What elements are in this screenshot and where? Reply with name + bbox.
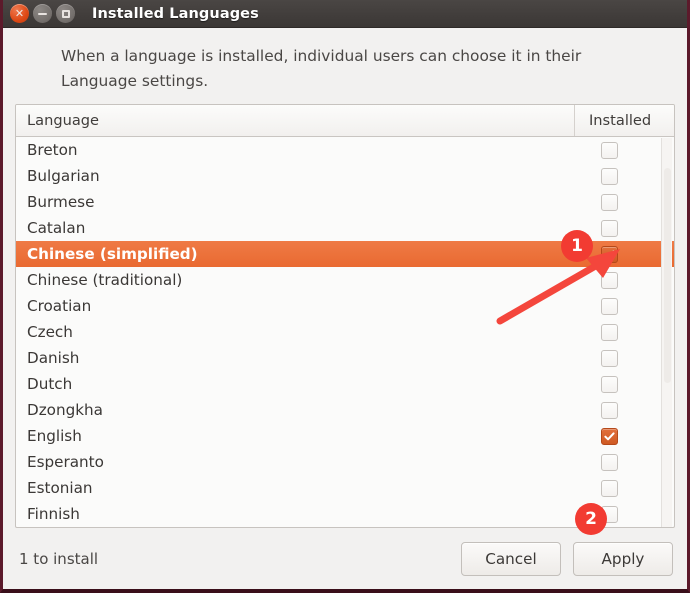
installed-checkbox[interactable] <box>600 245 618 263</box>
language-name: Burmese <box>27 193 95 211</box>
table-row[interactable]: Dutch <box>16 371 674 397</box>
installed-checkbox[interactable] <box>600 453 618 471</box>
table-row[interactable]: Dzongkha <box>16 397 674 423</box>
language-name: Dzongkha <box>27 401 103 419</box>
installed-checkbox[interactable] <box>600 349 618 367</box>
installed-checkbox[interactable] <box>600 479 618 497</box>
table-row[interactable]: English <box>16 423 674 449</box>
language-name: Breton <box>27 141 78 159</box>
scrollbar-thumb[interactable] <box>664 168 671 383</box>
list-scrollbar[interactable] <box>661 138 672 527</box>
table-row[interactable]: Czech <box>16 319 674 345</box>
installed-checkbox[interactable] <box>600 141 618 159</box>
installed-checkbox[interactable] <box>600 323 618 341</box>
table-row[interactable]: Burmese <box>16 189 674 215</box>
language-name: Estonian <box>27 479 93 497</box>
installed-checkbox[interactable] <box>600 427 618 445</box>
installed-checkbox[interactable] <box>600 167 618 185</box>
installed-cell <box>574 427 674 445</box>
installed-checkbox[interactable] <box>600 401 618 419</box>
minimize-icon[interactable] <box>33 4 52 23</box>
description-text: When a language is installed, individual… <box>61 47 582 90</box>
close-glyph: ✕ <box>14 7 25 20</box>
window-title: Installed Languages <box>92 5 259 22</box>
table-row[interactable]: Croatian <box>16 293 674 319</box>
installed-cell <box>574 479 674 497</box>
installed-checkbox[interactable] <box>600 505 618 523</box>
installed-languages-window: ✕ Installed Languages When a language is… <box>0 0 690 593</box>
language-list: Language Installed Breton Bulgarian Burmes… <box>15 104 675 528</box>
language-name: English <box>27 427 82 445</box>
list-rows[interactable]: Breton Bulgarian Burmese Catalan Chinese (si… <box>16 137 674 527</box>
language-name: Czech <box>27 323 73 341</box>
installed-cell <box>574 375 674 393</box>
installed-cell <box>574 219 674 237</box>
maximize-glyph <box>61 9 70 18</box>
language-name: Catalan <box>27 219 86 237</box>
table-row[interactable]: Breton <box>16 137 674 163</box>
table-row[interactable]: Bulgarian <box>16 163 674 189</box>
installed-cell <box>574 167 674 185</box>
table-row[interactable]: Esperanto <box>16 449 674 475</box>
installed-checkbox[interactable] <box>600 193 618 211</box>
footer-bar: 1 to install Cancel Apply <box>3 528 687 589</box>
installed-cell <box>574 505 674 523</box>
table-row[interactable]: Catalan <box>16 215 674 241</box>
language-name: Danish <box>27 349 80 367</box>
language-name: Dutch <box>27 375 73 393</box>
apply-button[interactable]: Apply <box>573 541 673 576</box>
cancel-button[interactable]: Cancel <box>461 541 561 576</box>
column-header-language[interactable]: Language <box>16 105 574 136</box>
installed-cell <box>574 141 674 159</box>
language-name: Bulgarian <box>27 167 100 185</box>
installed-checkbox[interactable] <box>600 219 618 237</box>
installed-checkbox[interactable] <box>600 375 618 393</box>
installed-checkbox[interactable] <box>600 271 618 289</box>
maximize-icon[interactable] <box>56 4 75 23</box>
installed-cell <box>574 349 674 367</box>
language-name: Esperanto <box>27 453 104 471</box>
installed-cell <box>574 193 674 211</box>
installed-cell <box>574 401 674 419</box>
language-name: Finnish <box>27 505 80 523</box>
installed-cell <box>574 297 674 315</box>
list-header-row: Language Installed <box>16 105 674 137</box>
table-row[interactable]: Estonian <box>16 475 674 501</box>
column-header-installed[interactable]: Installed <box>574 105 674 136</box>
table-row[interactable]: Chinese (traditional) <box>16 267 674 293</box>
close-icon[interactable]: ✕ <box>10 4 29 23</box>
installed-cell <box>574 271 674 289</box>
installed-cell <box>574 323 674 341</box>
table-row[interactable]: Finnish <box>16 501 674 527</box>
language-name: Chinese (traditional) <box>27 271 183 289</box>
installed-cell <box>574 245 674 263</box>
table-row[interactable]: Chinese (simplified) <box>16 241 674 267</box>
language-name: Chinese (simplified) <box>27 245 198 263</box>
installed-checkbox[interactable] <box>600 297 618 315</box>
installed-cell <box>574 453 674 471</box>
status-text: 1 to install <box>19 549 99 568</box>
minimize-glyph <box>38 12 47 15</box>
title-bar: ✕ Installed Languages <box>3 0 687 28</box>
language-name: Croatian <box>27 297 92 315</box>
table-row[interactable]: Danish <box>16 345 674 371</box>
